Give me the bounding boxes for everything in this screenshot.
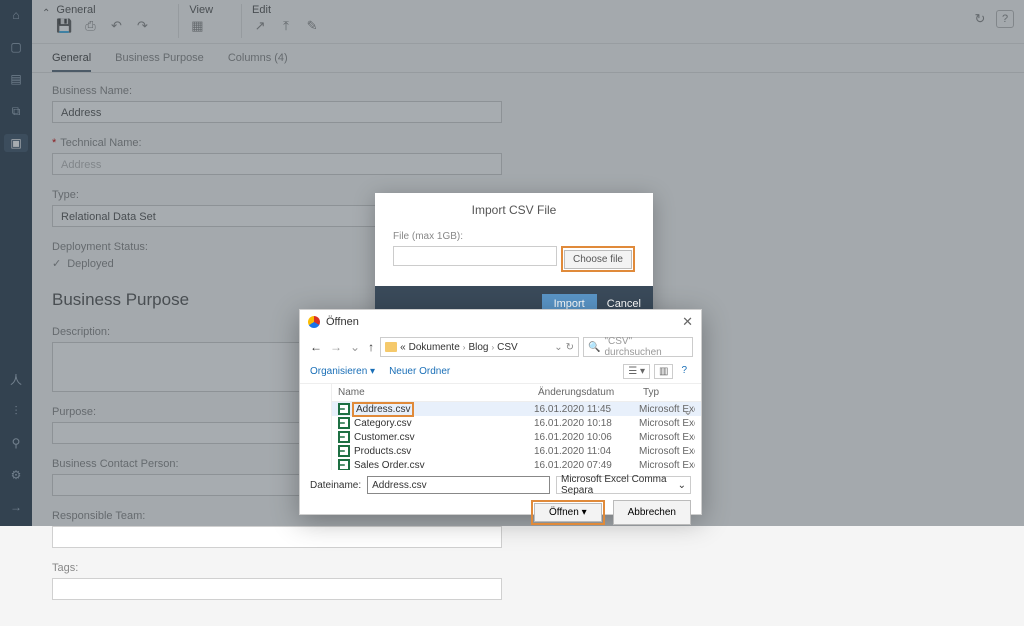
col-name[interactable]: Name <box>338 387 538 398</box>
excel-icon <box>338 417 350 429</box>
path-segment[interactable]: CSV <box>497 342 518 353</box>
chrome-icon <box>308 316 320 328</box>
file-path-input[interactable] <box>393 246 557 266</box>
back-icon[interactable]: ← <box>308 340 324 354</box>
file-row[interactable]: Address.csv16.01.2020 11:45Microsoft Exc <box>332 402 701 416</box>
file-open-dialog: Öffnen ✕ ← → ⌄ ↑ « Dokumente› Blog› CSV … <box>299 309 702 515</box>
forward-icon[interactable]: → <box>328 340 344 354</box>
new-folder-button[interactable]: Neuer Ordner <box>389 366 450 377</box>
view-mode-icon[interactable]: ☰ ▾ <box>623 364 650 379</box>
path-box[interactable]: « Dokumente› Blog› CSV ⌄ ↻ <box>380 337 579 357</box>
import-csv-modal: Import CSV File File (max 1GB): Choose f… <box>375 193 653 322</box>
filename-label: Dateiname: <box>310 480 361 491</box>
file-label: File (max 1GB): <box>393 231 635 242</box>
nav-pane[interactable] <box>300 384 332 470</box>
modal-title: Import CSV File <box>375 193 653 231</box>
help-icon[interactable]: ? <box>677 364 691 379</box>
tags-input[interactable] <box>52 578 502 600</box>
file-row[interactable]: Products.csv16.01.2020 11:04Microsoft Ex… <box>332 444 701 458</box>
tags-label: Tags: <box>52 562 1004 574</box>
filename-input[interactable]: Address.csv <box>367 476 550 494</box>
filetype-filter[interactable]: Microsoft Excel Comma Separa⌄ <box>556 476 691 494</box>
organise-menu[interactable]: Organisieren ▾ <box>310 366 375 377</box>
cancel-button[interactable]: Abbrechen <box>613 500 691 525</box>
file-row[interactable]: Customer.csv16.01.2020 10:06Microsoft Ex… <box>332 430 701 444</box>
path-segment[interactable]: Blog <box>468 342 488 353</box>
up-icon[interactable]: ↑ <box>366 340 376 354</box>
file-row[interactable]: Category.csv16.01.2020 10:18Microsoft Ex… <box>332 416 701 430</box>
file-row[interactable]: Sales Order.csv16.01.2020 07:49Microsoft… <box>332 458 701 470</box>
recent-dropdown-icon[interactable]: ⌄ <box>348 340 362 354</box>
dialog-title: Öffnen <box>326 316 682 328</box>
excel-icon <box>338 459 350 470</box>
choose-file-button[interactable]: Choose file <box>564 250 632 269</box>
open-button[interactable]: Öffnen ▾ <box>534 503 602 522</box>
file-list: Name Änderungsdatum Typ Address.csv16.01… <box>332 384 701 470</box>
col-modified[interactable]: Änderungsdatum <box>538 387 643 398</box>
path-segment[interactable]: Dokumente <box>409 342 460 353</box>
col-type[interactable]: Typ <box>643 387 695 398</box>
preview-pane-icon[interactable]: ▥ <box>654 364 673 379</box>
excel-icon <box>338 431 350 443</box>
search-input[interactable]: 🔍"CSV" durchsuchen <box>583 337 693 357</box>
folder-icon <box>385 342 397 352</box>
search-icon: 🔍 <box>588 342 600 353</box>
excel-icon <box>338 403 350 415</box>
excel-icon <box>338 445 350 457</box>
close-icon[interactable]: ✕ <box>682 314 693 330</box>
